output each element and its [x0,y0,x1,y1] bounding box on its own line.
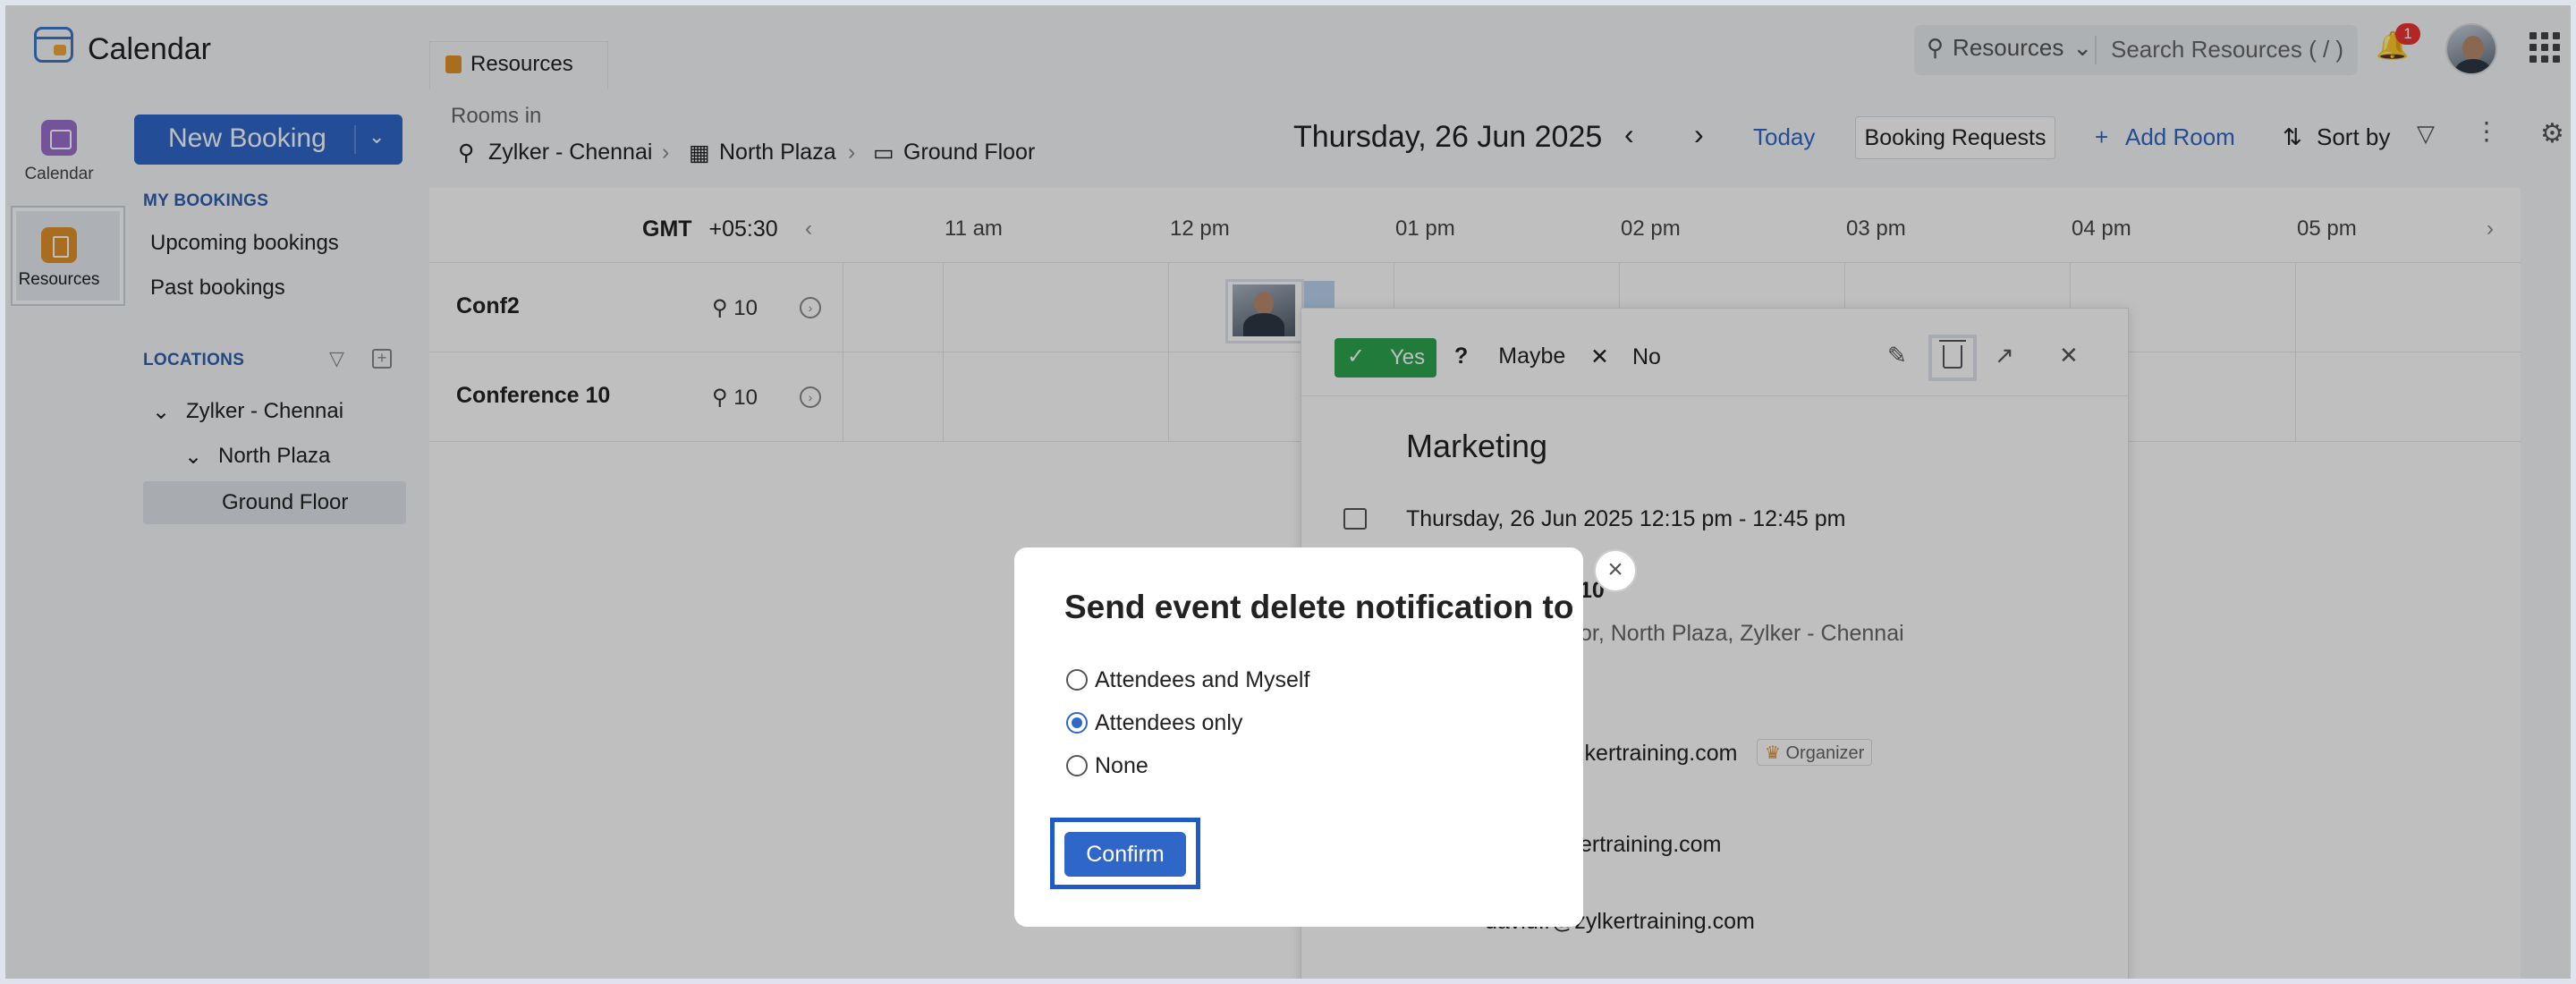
radio-attendees-and-myself[interactable] [1066,669,1088,691]
radio-none[interactable] [1066,755,1088,776]
radio-label[interactable]: Attendees and Myself [1095,667,1309,693]
modal-title: Send event delete notification to [1064,589,1574,625]
radio-attendees-only[interactable] [1066,712,1088,734]
confirm-button[interactable]: Confirm [1064,832,1186,877]
app-window: Calendar ⚲ Resources ⌄ Search Resources … [0,0,2576,984]
radio-label[interactable]: None [1095,753,1148,779]
radio-label[interactable]: Attendees only [1095,710,1242,736]
modal-close-icon[interactable]: × [1594,549,1637,592]
